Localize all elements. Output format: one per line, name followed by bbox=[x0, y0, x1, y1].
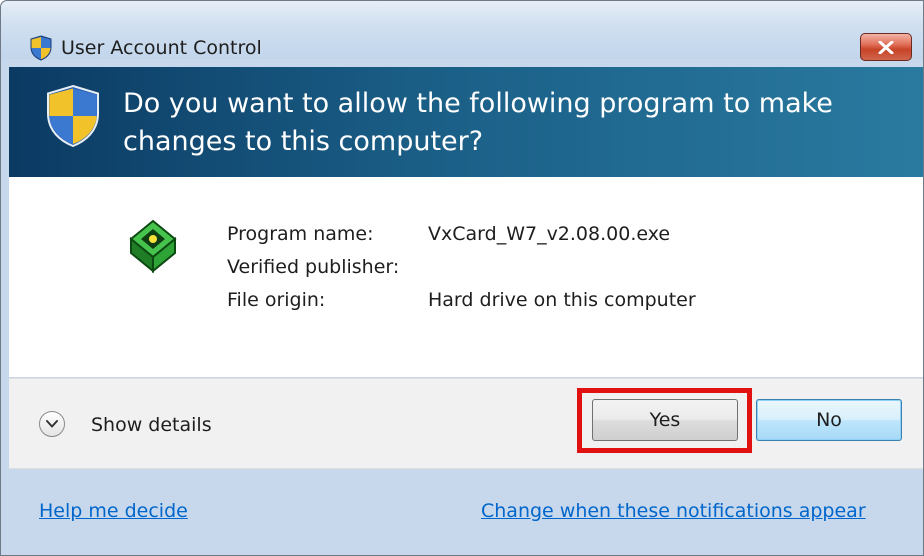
help-me-decide-link[interactable]: Help me decide bbox=[39, 498, 188, 524]
change-notifications-link[interactable]: Change when these notifications appear bbox=[481, 498, 866, 524]
uac-shield-icon bbox=[43, 83, 103, 149]
show-details-label[interactable]: Show details bbox=[91, 412, 212, 438]
no-button[interactable]: No bbox=[756, 399, 902, 441]
program-name-value: VxCard_W7_v2.08.00.exe bbox=[428, 223, 671, 245]
program-info: Program name: VxCard_W7_v2.08.00.exe Ver… bbox=[9, 177, 923, 377]
uac-dialog: User Account Control Do you want to allo… bbox=[0, 0, 924, 556]
prompt-question: Do you want to allow the following progr… bbox=[123, 88, 833, 157]
file-origin-label: File origin: bbox=[227, 289, 326, 311]
file-origin-value: Hard drive on this computer bbox=[428, 289, 696, 311]
chevron-down-icon[interactable] bbox=[39, 411, 65, 437]
yes-button[interactable]: Yes bbox=[592, 399, 738, 441]
uac-shield-icon bbox=[29, 35, 53, 61]
program-name-label: Program name: bbox=[227, 223, 374, 245]
prompt-header: Do you want to allow the following progr… bbox=[9, 67, 923, 177]
title-bar[interactable]: User Account Control bbox=[1, 1, 923, 61]
window-title: User Account Control bbox=[61, 37, 262, 59]
close-icon bbox=[878, 41, 894, 54]
action-bar: Show details Yes No bbox=[9, 378, 923, 469]
verified-publisher-label: Verified publisher: bbox=[227, 256, 400, 278]
program-icon bbox=[127, 217, 179, 274]
close-button[interactable] bbox=[860, 33, 912, 61]
